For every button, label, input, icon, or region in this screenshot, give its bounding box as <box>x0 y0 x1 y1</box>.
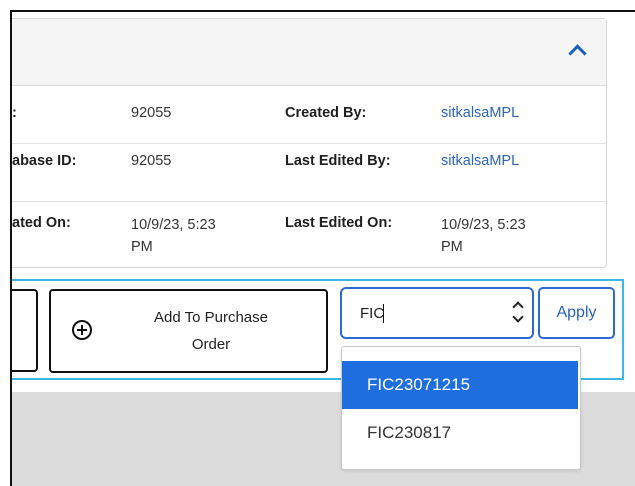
dropdown-option-selected[interactable]: FIC23071215 <box>342 361 578 409</box>
last-edited-on-label: Last Edited On: <box>285 215 393 231</box>
lot-search-field[interactable] <box>340 287 534 339</box>
apply-button[interactable]: Apply <box>538 287 615 339</box>
add-to-purchase-order-button[interactable]: Add To Purchase Order <box>49 289 328 373</box>
frame-border-top <box>10 10 635 12</box>
last-edited-on-value-line1: 10/9/23, 5:23 <box>441 217 526 233</box>
add-to-purchase-order-line1: Add To Purchase <box>154 309 268 326</box>
add-to-purchase-order-label: Add To Purchase Order <box>121 304 301 358</box>
database-id-value: 92055 <box>131 153 172 169</box>
spinner-down-icon[interactable] <box>512 311 524 323</box>
row-divider <box>12 143 606 144</box>
created-by-link[interactable]: sitkalsaMPL <box>441 105 519 121</box>
chevron-up-icon[interactable] <box>568 44 587 63</box>
field-label: : <box>12 105 17 121</box>
last-edited-by-label: Last Edited By: <box>285 153 391 169</box>
plus-circle-icon <box>72 320 92 340</box>
created-on-value-line1: 10/9/23, 5:23 <box>131 217 216 233</box>
dropdown-option[interactable]: FIC230817 <box>342 409 578 457</box>
add-to-purchase-order-line2: Order <box>191 336 231 353</box>
last-edited-by-link[interactable]: sitkalsaMPL <box>441 153 519 169</box>
field-value: 92055 <box>131 105 172 121</box>
details-card-header[interactable] <box>12 19 606 86</box>
lot-search-input[interactable] <box>360 300 500 326</box>
created-on-value-line2: PM <box>131 239 153 255</box>
spinner-arrows-icon[interactable] <box>512 297 524 327</box>
row-divider <box>12 201 606 202</box>
database-id-label: abase ID: <box>12 153 77 169</box>
last-edited-on-value-line2: PM <box>441 239 463 255</box>
created-on-label: ated On: <box>12 215 71 231</box>
created-by-label: Created By: <box>285 105 367 121</box>
text-caret <box>383 304 384 323</box>
lot-suggestion-dropdown: FIC23071215 FIC230817 <box>341 346 581 470</box>
details-card: : 92055 Created By: sitkalsaMPL abase ID… <box>12 18 607 268</box>
partial-action-button[interactable] <box>12 289 38 372</box>
